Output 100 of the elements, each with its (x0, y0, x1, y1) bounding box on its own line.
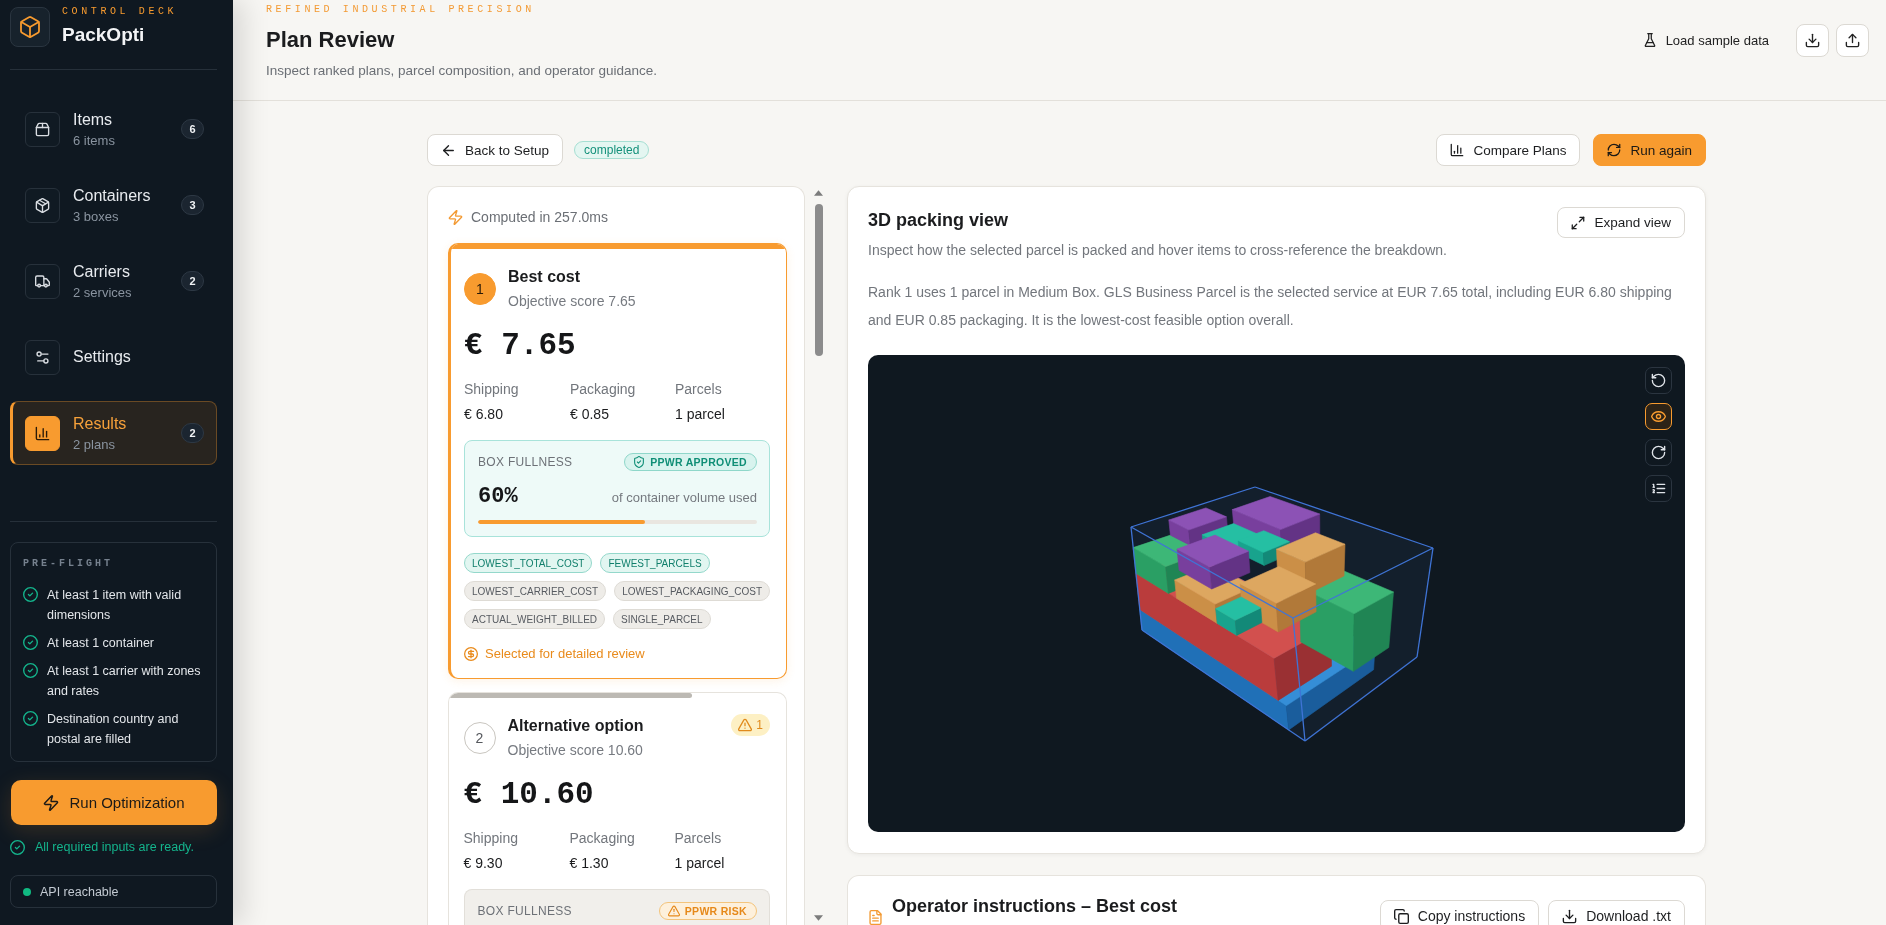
stat-value: € 0.85 (570, 405, 610, 424)
preflight-check: Destination country and postal are filled (47, 711, 180, 748)
reason-tag: FEWEST_PARCELS (600, 553, 710, 573)
plan-card[interactable]: 2 Alternative option Objective score 10.60 1 € 10.60 Shipping € 9.30 Packaging € 1.30 Parcels 1 parcel BOX FULLNESS PPWR RISK (448, 692, 787, 925)
viewer-title: 3D packing view (868, 209, 1009, 232)
download-icon (1805, 32, 1820, 48)
load-sample-button[interactable]: Load sample data (1630, 23, 1781, 57)
reason-tag: ACTUAL_WEIGHT_BILLED (464, 609, 606, 629)
document-icon (868, 910, 883, 925)
bar-chart-icon (25, 415, 60, 451)
compare-plans-button[interactable]: Compare Plans (1436, 134, 1581, 166)
truck-icon (25, 263, 60, 299)
nav-item[interactable]: Items 6 items 6 (10, 97, 217, 161)
packing-viewport[interactable] (868, 355, 1685, 832)
bar-chart-icon (1450, 143, 1465, 157)
upload-icon (1845, 32, 1860, 48)
stat-label: Parcels (675, 380, 723, 399)
preflight-check: At least 1 item with valid dimensions (47, 587, 183, 624)
download-button[interactable] (1796, 23, 1829, 57)
page-title: Plan Review (266, 26, 396, 54)
stat-value: 1 parcel (675, 405, 726, 424)
stat-label: Packaging (570, 380, 637, 399)
objective-score: Objective score 7.65 (508, 292, 637, 311)
rotate-view-button[interactable] (1645, 439, 1672, 466)
preflight-check: At least 1 carrier with zones and rates (47, 663, 202, 700)
page-eyebrow: REFINED INDUSTRIAL PRECISION (266, 4, 536, 16)
reason-tag: LOWEST_CARRIER_COST (464, 581, 607, 601)
warning-icon (738, 718, 753, 732)
lightning-icon (448, 209, 463, 225)
plan-summary: Rank 1 uses 1 parcel in Medium Box. GLS Business Parcel is the selected service at EUR 7.65 total, including EUR 6.80 shipping and EUR 0.85 packaging. It is the lowest-cost feasible option overall. (868, 283, 1673, 330)
brand-name: PackOpti (62, 23, 146, 47)
upload-button[interactable] (1836, 23, 1869, 57)
stat-label: Shipping (464, 380, 520, 399)
fullness-label: BOX FULLNESS (478, 455, 573, 469)
reason-tag: LOWEST_TOTAL_COST (464, 553, 593, 573)
reason-tag: LOWEST_PACKAGING_COST (614, 581, 770, 601)
reason-tag: SINGLE_PARCEL (613, 609, 711, 629)
selection-note: Selected for detailed review (485, 645, 645, 663)
plan-title: Alternative option (507, 716, 645, 736)
box-with-lid-icon (25, 111, 60, 147)
numbered-list-icon (1651, 481, 1666, 496)
status-badge: completed (574, 141, 650, 159)
count-badge: 6 (181, 119, 204, 139)
rotate-right-icon (1651, 445, 1666, 460)
ready-message: All required inputs are ready. (35, 839, 194, 856)
run-again-button[interactable]: Run again (1593, 134, 1706, 166)
stat-value: € 9.30 (463, 854, 504, 873)
visibility-button[interactable] (1645, 403, 1672, 430)
page-subtitle: Inspect ranked plans, parcel composition, and operator guidance. (266, 62, 657, 80)
scroll-up-arrow-icon[interactable] (814, 190, 823, 196)
rank-badge: 1 (464, 273, 496, 305)
stat-value: € 1.30 (569, 854, 610, 873)
eye-icon (1651, 409, 1666, 424)
stat-label: Shipping (463, 829, 519, 848)
plan-price: € 7.65 (464, 327, 577, 365)
copy-icon (1393, 908, 1409, 924)
check-circle-icon (10, 839, 25, 855)
expand-view-button[interactable]: Expand view (1557, 207, 1685, 238)
lightning-icon (43, 794, 60, 811)
stat-label: Packaging (569, 829, 636, 848)
run-optimization-button[interactable]: Run Optimization (11, 780, 217, 825)
cube-logo-icon (10, 6, 50, 47)
preflight-title: PRE-FLIGHT (23, 557, 114, 571)
cube-icon (25, 187, 60, 223)
count-badge: 2 (181, 423, 204, 443)
warning-count: 1 (756, 718, 763, 732)
item-list-button[interactable] (1645, 475, 1672, 502)
fullness-caption: of container volume used (611, 490, 757, 505)
fullness-percent: 60% (478, 483, 518, 511)
refresh-icon (1607, 143, 1622, 157)
viewer-subtitle: Inspect how the selected parcel is packed and hover items to cross-reference the breakdown. (868, 241, 1448, 260)
ppwr-status: PPWR RISK (684, 905, 747, 917)
compute-time: Computed in 257.0ms (471, 208, 608, 227)
reset-view-button[interactable] (1645, 367, 1672, 394)
warning-icon (667, 905, 680, 917)
plan-card[interactable] (448, 243, 787, 679)
plan-title: Best cost (508, 267, 582, 287)
expand-icon (1571, 215, 1586, 230)
nav-item[interactable]: Settings (10, 325, 217, 389)
brand-eyebrow: CONTROL DECK (62, 6, 178, 18)
back-button[interactable]: Back to Setup (427, 134, 564, 166)
download-txt-button[interactable]: Download .txt (1548, 900, 1685, 925)
nav-item[interactable]: Results 2 plans 2 (10, 401, 217, 465)
count-badge: 2 (181, 271, 204, 291)
stat-value: 1 parcel (674, 854, 726, 873)
preflight-check: At least 1 container (47, 635, 154, 652)
download-icon (1562, 908, 1578, 924)
nav-item[interactable]: Containers 3 boxes 3 (10, 173, 217, 237)
rotate-left-icon (1651, 373, 1666, 388)
scroll-down-arrow-icon[interactable] (814, 915, 823, 921)
scrollbar-thumb[interactable] (814, 204, 823, 356)
fullness-label: BOX FULLNESS (477, 904, 572, 918)
copy-instructions-button[interactable]: Copy instructions (1379, 900, 1540, 925)
nav-item[interactable]: Carriers 2 services 2 (10, 249, 217, 313)
ppwr-status: PPWR APPROVED (650, 456, 747, 468)
api-status-label: API reachable (40, 884, 119, 899)
shield-check-icon (633, 456, 646, 468)
instructions-title: Operator instructions – Best cost (892, 895, 1178, 918)
dollar-circle-icon (464, 647, 478, 661)
plan-price: € 10.60 (463, 776, 595, 814)
